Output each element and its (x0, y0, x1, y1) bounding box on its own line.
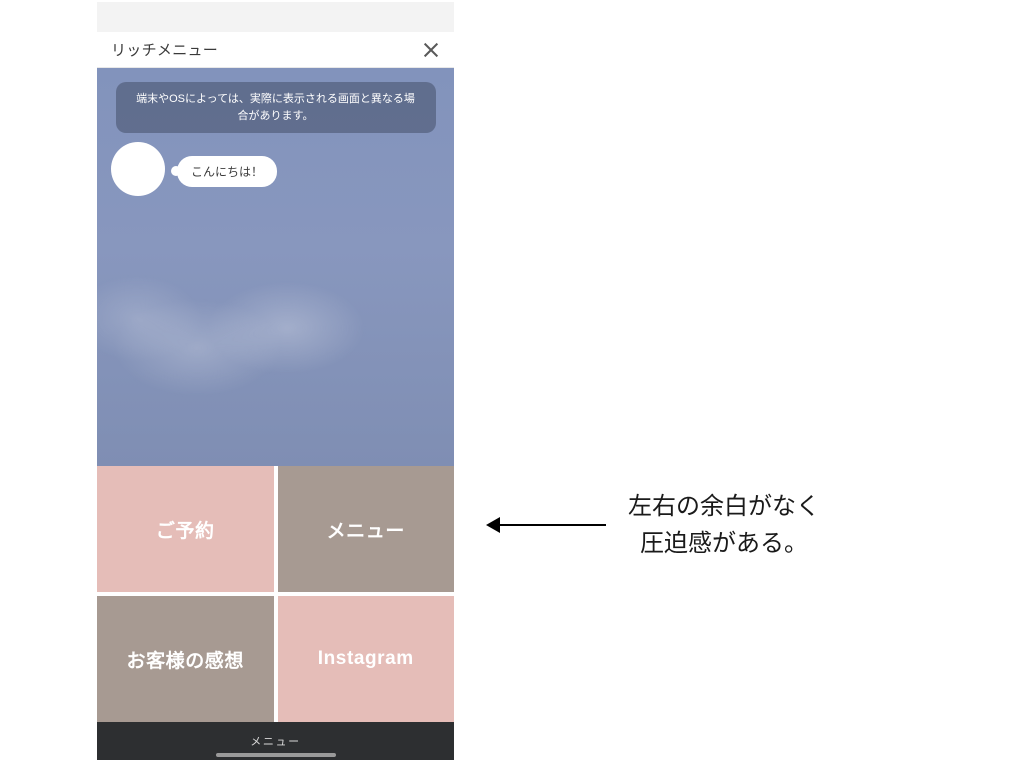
tile-label: メニュー (327, 516, 405, 543)
modal-title: リッチメニュー (111, 39, 218, 60)
modal-header: リッチメニュー (97, 32, 454, 68)
home-indicator (216, 753, 336, 757)
tile-label: Instagram (318, 648, 414, 670)
annotation: 左右の余白がなく 圧迫感がある。 (486, 488, 820, 562)
annotation-text: 左右の余白がなく 圧迫感がある。 (628, 488, 820, 562)
tile-label: お客様の感想 (127, 646, 244, 673)
richmenu-tile-reservation[interactable]: ご予約 (97, 466, 274, 592)
richmenu-tile-instagram[interactable]: Instagram (278, 596, 455, 722)
chat-bubble: こんにちは！ (177, 156, 277, 187)
close-icon[interactable] (422, 41, 440, 59)
rich-menu-grid: ご予約 メニュー お客様の感想 Instagram (97, 466, 454, 722)
avatar[interactable] (111, 142, 165, 196)
notice-banner: 端末やOSによっては、実際に表示される画面と異なる場合があります。 (116, 82, 436, 133)
richmenu-toggle-bar[interactable]: メニュー (97, 722, 454, 760)
status-bar-spacer (97, 2, 454, 32)
cloud-decoration (97, 258, 397, 408)
richmenu-tile-menu[interactable]: メニュー (278, 466, 455, 592)
arrow-left-icon (486, 513, 606, 537)
tile-label: ご予約 (156, 516, 215, 543)
chat-background: 端末やOSによっては、実際に表示される画面と異なる場合があります。 こんにちは！ (97, 68, 454, 466)
richmenu-tile-reviews[interactable]: お客様の感想 (97, 596, 274, 722)
bottom-bar-label: メニュー (250, 733, 301, 749)
phone-frame: リッチメニュー 端末やOSによっては、実際に表示される画面と異なる場合があります… (97, 2, 454, 760)
